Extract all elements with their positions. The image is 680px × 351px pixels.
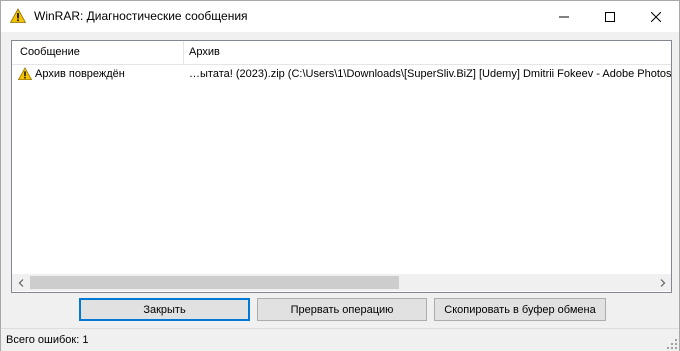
window-title: WinRAR: Диагностические сообщения xyxy=(34,9,248,23)
warning-icon xyxy=(18,67,32,81)
close-window-button[interactable] xyxy=(633,1,679,32)
close-button[interactable]: Закрыть xyxy=(79,298,250,321)
horizontal-scrollbar[interactable] xyxy=(12,274,671,291)
scroll-right-button[interactable] xyxy=(654,274,671,291)
minimize-icon xyxy=(559,16,569,17)
status-bar: Всего ошибок: 1 xyxy=(1,328,679,351)
error-count-status: Всего ошибок: 1 xyxy=(6,334,89,346)
maximize-button[interactable] xyxy=(587,1,633,32)
copy-to-clipboard-button[interactable]: Скопировать в буфер обмена xyxy=(434,298,606,321)
abort-operation-button[interactable]: Прервать операцию xyxy=(257,298,427,321)
chevron-left-icon xyxy=(18,278,23,287)
column-header-archive[interactable]: Архив xyxy=(189,46,220,58)
minimize-button[interactable] xyxy=(541,1,587,32)
scroll-left-button[interactable] xyxy=(12,274,29,291)
scrollbar-thumb[interactable] xyxy=(30,276,399,289)
diagnostic-window: WinRAR: Диагностические сообщения Сообще… xyxy=(0,0,680,351)
warning-icon xyxy=(10,8,26,23)
maximize-icon xyxy=(605,11,615,22)
chevron-right-icon xyxy=(660,278,665,287)
list-header: Сообщение Архив xyxy=(12,41,671,65)
row-message: Архив повреждён xyxy=(35,68,125,80)
resize-grip-icon[interactable] xyxy=(667,339,677,349)
diagnostic-message-list[interactable]: Сообщение Архив Архив повреждён …ытата! … xyxy=(11,40,672,293)
close-icon xyxy=(651,11,661,22)
column-divider[interactable] xyxy=(183,41,184,64)
title-bar[interactable]: WinRAR: Диагностические сообщения xyxy=(1,1,679,32)
row-archive-path: …ытата! (2023).zip (C:\Users\1\Downloads… xyxy=(189,68,671,80)
list-item[interactable]: Архив повреждён …ытата! (2023).zip (C:\U… xyxy=(12,65,671,84)
column-header-message[interactable]: Сообщение xyxy=(20,46,80,58)
